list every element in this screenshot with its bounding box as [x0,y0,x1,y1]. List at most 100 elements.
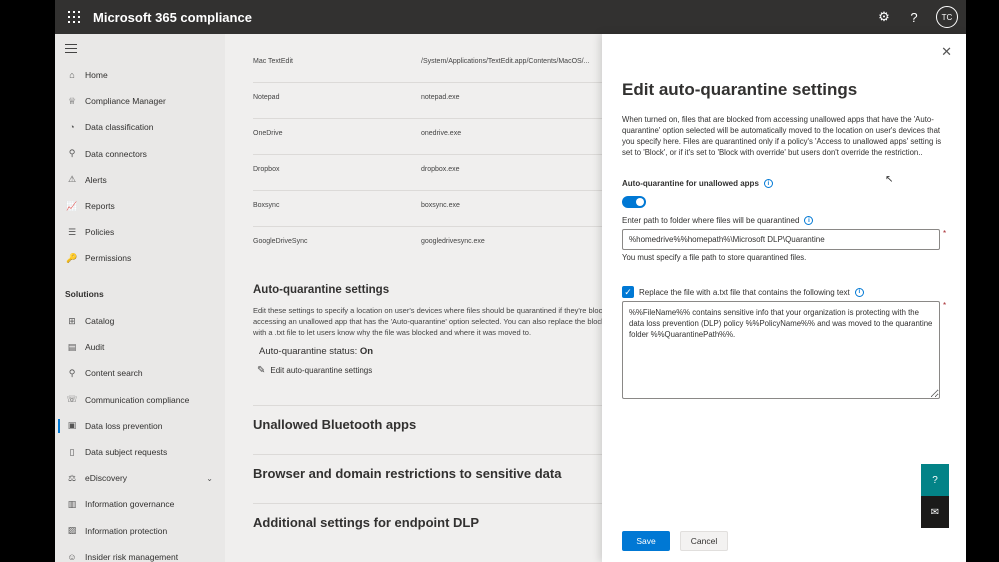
replace-file-text-input[interactable]: %%FileName%% contains sensitive info tha… [622,301,940,399]
quarantine-path-input[interactable] [622,229,940,250]
nav-compliance-manager-icon: ♕ [67,95,77,106]
app-launcher-icon[interactable] [59,0,89,34]
table-row: GoogleDriveSync googledrivesync.exe [253,238,613,268]
section-additional-settings-for-endpoint-dlp[interactable]: Additional settings for endpoint DLP [253,515,479,530]
nav-item-alerts[interactable]: ⚠ Alerts [55,169,225,191]
nav-item-label: eDiscovery [85,473,128,484]
quarantine-path-error: You must specify a file path to store qu… [622,253,807,262]
nav-ediscovery-icon: ⚖ [67,472,77,483]
nav-item-home[interactable]: ⌂ Home [55,64,225,86]
app-path: dropbox.exe [421,166,460,173]
top-bar-actions: ⚙ ? TC [876,0,958,34]
help-icon[interactable]: ? [921,464,949,496]
chevron-down-icon[interactable]: ⌄ [206,474,213,483]
toggle-label-text: Auto-quarantine for unallowed apps [622,179,759,188]
app-path: onedrive.exe [421,130,462,137]
auto-quarantine-status: Auto-quarantine status: On [259,346,373,357]
table-row: Notepad notepad.exe [253,94,613,124]
nav-item-ediscovery[interactable]: ⚖ eDiscovery ⌄ [55,467,225,489]
replace-file-label: Replace the file with a.txt file that co… [639,287,850,297]
gear-icon[interactable]: ⚙ [876,9,892,25]
nav-item-reports[interactable]: 📈 Reports [55,195,225,217]
nav-item-catalog[interactable]: ⊞ Catalog [55,310,225,332]
nav-data-loss-prevention-icon: ▣ [67,420,77,431]
nav-item-audit[interactable]: ▤ Audit [55,336,225,358]
nav-item-label: Audit [85,342,105,353]
nav-item-data-classification[interactable]: ◔ Data classification [55,116,225,138]
save-button[interactable]: Save [622,531,670,551]
row-divider [253,190,613,191]
table-row: OneDrive onedrive.exe [253,130,613,160]
path-label-text: Enter path to folder where files will be… [622,216,800,225]
nav-item-data-subject-requests[interactable]: ▯ Data subject requests [55,441,225,463]
mouse-cursor-icon: ↖ [885,174,894,185]
nav-data-subject-requests-icon: ▯ [69,446,75,457]
help-icon[interactable]: ? [906,10,922,25]
nav-item-content-search[interactable]: ⚲ Content search [55,362,225,384]
table-row: Boxsync boxsync.exe [253,202,613,232]
nav-item-label: Communication compliance [85,394,190,405]
row-divider [253,226,613,227]
app-name: GoogleDriveSync [253,238,308,245]
app-title[interactable]: Microsoft 365 compliance [93,10,252,25]
auto-quarantine-title: Auto-quarantine settings [253,284,390,296]
auto-quarantine-toggle[interactable] [622,196,646,208]
required-marker: * [943,229,947,238]
nav-item-label: Policies [85,227,115,238]
edit-auto-quarantine-link[interactable]: ✎ Edit auto-quarantine settings [257,365,372,376]
info-icon[interactable]: i [804,216,814,225]
row-divider [253,82,613,83]
app-path: /System/Applications/TextEdit.app/Conten… [421,58,590,65]
section-divider [253,503,633,504]
row-divider [253,154,613,155]
info-icon[interactable]: i [854,287,864,297]
app-path: boxsync.exe [421,202,460,209]
nav-content-search-icon: ⚲ [68,367,76,378]
nav-item-compliance-manager[interactable]: ♕ Compliance Manager [55,90,225,112]
nav-item-label: Information governance [85,499,175,510]
close-icon[interactable]: ✕ [941,44,952,60]
avatar[interactable]: TC [936,6,958,28]
app-name: Mac TextEdit [253,58,293,65]
auto-quarantine-status-value: On [359,346,374,357]
edit-auto-quarantine-panel: ✕ Edit auto-quarantine settings When tur… [602,34,966,562]
nav-data-classification-icon: ◔ [69,122,75,133]
nav-information-governance-icon: ▥ [67,498,77,509]
info-icon[interactable]: i [763,179,773,188]
nav-item-label: Reports [85,201,115,211]
hamburger-menu-icon[interactable] [65,44,77,56]
nav-item-label: Insider risk management [85,551,179,562]
nav-item-label: Content search [85,368,143,379]
nav-permissions-icon: 🔑 [66,252,78,263]
section-unallowed-bluetooth-apps[interactable]: Unallowed Bluetooth apps [253,417,416,432]
nav-item-label: Permissions [85,253,132,264]
top-bar: Microsoft 365 compliance ⚙ ? TC [55,0,966,34]
nav-item-label: Data subject requests [85,447,168,457]
nav-item-permissions[interactable]: 🔑 Permissions [55,247,225,269]
nav-item-insider-risk-management[interactable]: ☺ Insider risk management [55,546,225,562]
nav-item-label: Home [85,70,108,80]
nav-insider-risk-management-icon: ☺ [67,551,77,562]
nav-item-communication-compliance[interactable]: ☏ Communication compliance [55,389,225,411]
nav-item-label: Alerts [85,174,107,185]
replace-file-checkbox[interactable]: ✓ [622,286,634,298]
nav-item-data-loss-prevention[interactable]: ▣ Data loss prevention [55,415,225,437]
panel-description: When turned on, files that are blocked f… [622,115,942,157]
left-nav: ⌂ Home ♕ Compliance Manager ◔ Data classifica… [55,34,225,562]
nav-reports-icon: 📈 [66,200,78,211]
nav-item-data-connectors[interactable]: ⚲ Data connectors [55,143,225,165]
section-divider [253,405,633,406]
quarantine-path-label: Enter path to folder where files will be… [622,216,814,225]
nav-item-policies[interactable]: ☰ Policies [55,221,225,243]
nav-item-information-governance[interactable]: ▥ Information governance [55,493,225,515]
app-path: googledrivesync.exe [421,238,485,245]
nav-section-solutions: Solutions [65,289,104,299]
auto-quarantine-status-label: Auto-quarantine status: [259,346,358,357]
panel-title: Edit auto-quarantine settings [622,80,858,99]
nav-item-label: Data connectors [85,148,147,159]
nav-item-information-protection[interactable]: ▨ Information protection [55,520,225,542]
chat-icon[interactable]: ✉ [921,496,949,528]
cancel-button[interactable]: Cancel [680,531,728,551]
section-browser-and-domain-restrictions-to-sensitive-data[interactable]: Browser and domain restrictions to sensi… [253,466,561,481]
row-divider [253,118,613,119]
